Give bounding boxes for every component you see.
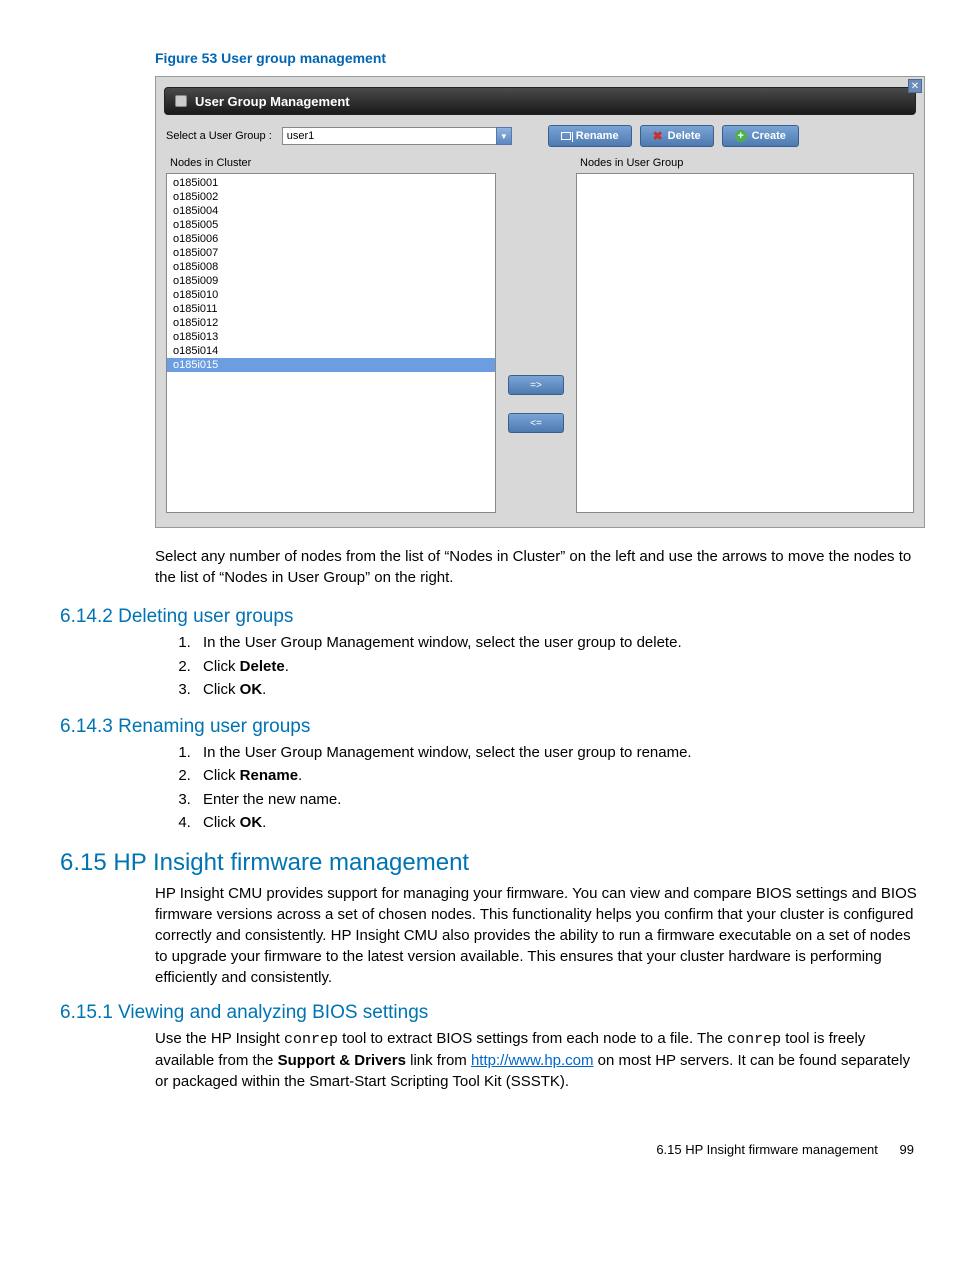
nodes-in-user-group-list[interactable] <box>576 173 914 513</box>
steps-6-14-3: In the User Group Management window, sel… <box>195 742 924 835</box>
heading-6-15-1: 6.15.1 Viewing and analyzing BIOS settin… <box>60 1002 924 1024</box>
page-footer: 6.15 HP Insight firmware management 99 <box>60 1142 924 1157</box>
text-run: tool to extract BIOS settings from each … <box>338 1030 727 1047</box>
list-item[interactable]: o185i011 <box>167 302 495 316</box>
list-item[interactable]: o185i014 <box>167 344 495 358</box>
close-icon[interactable]: ✕ <box>908 79 922 93</box>
user-group-dialog: ✕ User Group Management Select a User Gr… <box>155 76 925 528</box>
delete-button-label: Delete <box>668 130 701 142</box>
footer-section: 6.15 HP Insight firmware management <box>656 1142 878 1157</box>
lists-row: Nodes in Cluster o185i001o185i002o185i00… <box>156 155 924 527</box>
plus-icon: + <box>735 130 747 142</box>
move-right-button[interactable]: => <box>508 375 564 395</box>
text-run: Use the HP Insight <box>155 1030 284 1047</box>
list-item[interactable]: o185i005 <box>167 218 495 232</box>
code-conrep: conrep <box>727 1031 781 1048</box>
hp-link[interactable]: http://www.hp.com <box>471 1052 594 1069</box>
page-number: 99 <box>900 1142 914 1157</box>
window-icon <box>175 95 187 107</box>
paragraph-after-figure: Select any number of nodes from the list… <box>155 546 924 588</box>
list-item[interactable]: o185i006 <box>167 232 495 246</box>
move-left-button[interactable]: <= <box>508 413 564 433</box>
create-button[interactable]: + Create <box>722 125 799 147</box>
figure-caption: Figure 53 User group management <box>155 50 924 66</box>
dialog-toolbar: Select a User Group : user1 ▼ Rename ✖ D… <box>156 121 924 155</box>
list-item: Click OK. <box>195 812 924 835</box>
list-item[interactable]: o185i001 <box>167 176 495 190</box>
nodes-in-cluster-label: Nodes in Cluster <box>166 155 496 173</box>
list-item: In the User Group Management window, sel… <box>195 632 924 655</box>
nodes-in-cluster-list[interactable]: o185i001o185i002o185i004o185i005o185i006… <box>166 173 496 513</box>
chevron-down-icon[interactable]: ▼ <box>496 127 512 145</box>
paragraph-6-15-1: Use the HP Insight conrep tool to extrac… <box>155 1028 924 1092</box>
list-item[interactable]: o185i002 <box>167 190 495 204</box>
list-item[interactable]: o185i008 <box>167 260 495 274</box>
heading-6-15: 6.15 HP Insight firmware management <box>60 849 924 877</box>
rename-button[interactable]: Rename <box>548 125 632 147</box>
list-item[interactable]: o185i013 <box>167 330 495 344</box>
list-item[interactable]: o185i015 <box>167 358 495 372</box>
select-group-label: Select a User Group : <box>166 130 272 142</box>
delete-icon: ✖ <box>653 131 663 141</box>
list-item: Click Rename. <box>195 765 924 788</box>
support-drivers-bold: Support & Drivers <box>278 1052 406 1069</box>
list-item: In the User Group Management window, sel… <box>195 742 924 765</box>
list-item[interactable]: o185i009 <box>167 274 495 288</box>
create-button-label: Create <box>752 130 786 142</box>
list-item[interactable]: o185i007 <box>167 246 495 260</box>
list-item[interactable]: o185i010 <box>167 288 495 302</box>
code-conrep: conrep <box>284 1031 338 1048</box>
list-item[interactable]: o185i004 <box>167 204 495 218</box>
dialog-title: User Group Management <box>195 94 350 109</box>
steps-6-14-2: In the User Group Management window, sel… <box>195 632 924 702</box>
user-group-select[interactable]: user1 ▼ <box>282 127 512 145</box>
list-item: Click OK. <box>195 679 924 702</box>
dialog-titlebar: User Group Management <box>164 87 916 115</box>
list-item: Enter the new name. <box>195 789 924 812</box>
rename-button-label: Rename <box>576 130 619 142</box>
paragraph-6-15: HP Insight CMU provides support for mana… <box>155 883 924 988</box>
list-item: Click Delete. <box>195 656 924 679</box>
text-run: link from <box>406 1052 471 1069</box>
delete-button[interactable]: ✖ Delete <box>640 125 714 147</box>
heading-6-14-3: 6.14.3 Renaming user groups <box>60 716 924 738</box>
list-item[interactable]: o185i012 <box>167 316 495 330</box>
rename-icon <box>561 132 571 140</box>
nodes-in-user-group-label: Nodes in User Group <box>576 155 914 173</box>
user-group-select-value[interactable]: user1 <box>282 127 496 145</box>
heading-6-14-2: 6.14.2 Deleting user groups <box>60 606 924 628</box>
